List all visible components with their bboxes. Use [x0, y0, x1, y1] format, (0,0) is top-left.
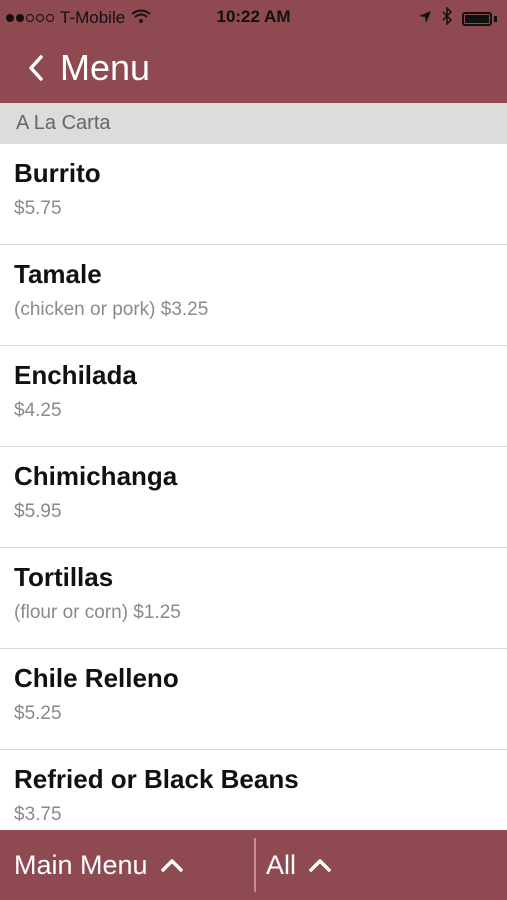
menu-item-tamale[interactable]: Tamale (chicken or pork) $3.25	[0, 245, 507, 346]
menu-item-chimichanga[interactable]: Chimichanga $5.95	[0, 447, 507, 548]
bluetooth-icon	[442, 6, 453, 30]
item-name: Refried or Black Beans	[14, 764, 299, 794]
menu-item-enchilada[interactable]: Enchilada $4.25	[0, 346, 507, 447]
item-name: Enchilada	[14, 360, 137, 390]
chevron-up-icon	[160, 855, 188, 875]
battery-tip	[494, 15, 497, 22]
item-name: Tortillas	[14, 562, 114, 592]
battery-icon	[462, 11, 492, 26]
chevron-left-icon	[22, 48, 50, 88]
item-name: Tamale	[14, 259, 102, 289]
menu-item-chile-relleno[interactable]: Chile Relleno $5.25	[0, 649, 507, 750]
item-price: $3.75	[14, 804, 62, 825]
section-title: A La Carta	[16, 112, 111, 134]
item-price: $5.95	[14, 501, 62, 522]
status-bar: T-Mobile 10:22 AM	[0, 0, 507, 36]
item-name: Burrito	[14, 158, 101, 188]
main-menu-label: Main Menu	[14, 849, 148, 880]
item-price: $5.75	[14, 198, 62, 219]
item-name: Chimichanga	[14, 461, 178, 491]
item-name: Chile Relleno	[14, 663, 179, 693]
menu-item-tortillas[interactable]: Tortillas (flour or corn) $1.25	[0, 548, 507, 649]
location-arrow-icon	[418, 9, 432, 29]
page-title: Menu	[60, 47, 151, 88]
bottom-tab-bar: Main Menu All	[0, 830, 507, 900]
item-price: $5.25	[14, 703, 62, 724]
chevron-up-icon	[308, 855, 336, 875]
menu-list: Burrito $5.75 Tamale (chicken or pork) $…	[0, 144, 507, 851]
item-price: (chicken or pork) $3.25	[14, 299, 209, 320]
all-filter-label: All	[266, 849, 297, 880]
navigation-bar: Menu	[0, 36, 507, 103]
section-header: A La Carta	[0, 103, 507, 144]
item-price: (flour or corn) $1.25	[14, 602, 181, 623]
all-filter-button[interactable]: All	[266, 830, 336, 900]
status-right-group	[418, 6, 497, 30]
main-menu-button[interactable]: Main Menu	[14, 830, 188, 900]
item-price: $4.25	[14, 400, 62, 421]
menu-item-burrito[interactable]: Burrito $5.75	[0, 144, 507, 245]
tab-divider	[254, 838, 256, 892]
back-button[interactable]: Menu	[22, 46, 150, 90]
